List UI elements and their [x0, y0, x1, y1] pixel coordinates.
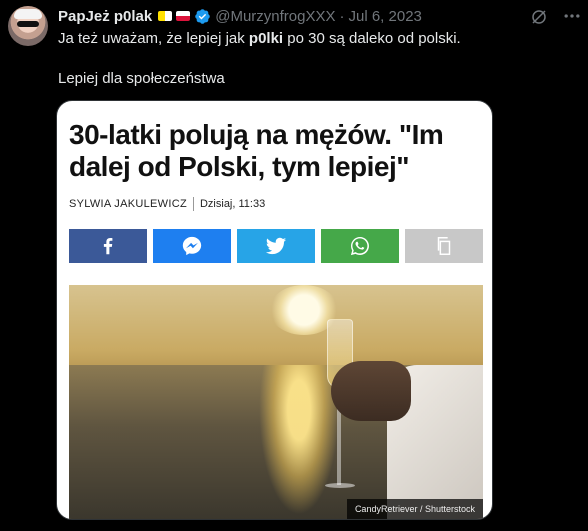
messenger-icon	[182, 236, 202, 256]
avatar[interactable]	[8, 6, 48, 46]
author-name[interactable]: PapJeż p0lak	[58, 8, 152, 25]
poland-flag-icon	[176, 11, 191, 21]
verified-badge-icon[interactable]	[194, 8, 211, 25]
copy-icon	[437, 237, 451, 255]
article-time: Dzisiaj, 11:33	[199, 198, 266, 210]
avatar-glasses	[17, 21, 39, 27]
more-options-icon[interactable]	[562, 6, 582, 26]
article-photo[interactable]: CandyRetriever / Shutterstock	[69, 285, 483, 519]
tweet-text-part1: Ja też uważam, że lepiej jak	[58, 30, 249, 47]
tweet-text-part2: po 30 są daleko od polski.	[283, 30, 461, 47]
facebook-icon	[103, 238, 113, 255]
whatsapp-icon	[350, 237, 369, 256]
photo-glass-base	[325, 483, 355, 488]
share-messenger-button[interactable]	[153, 229, 231, 263]
photo-credit: CandyRetriever / Shutterstock	[346, 499, 483, 519]
tweet-text: Ja też uważam, że lepiej jak p0lki po 30…	[58, 29, 578, 109]
share-facebook-button[interactable]	[69, 229, 147, 263]
share-copy-button[interactable]	[405, 229, 483, 263]
tweet-header: PapJeż p0lak @MurzynfrogXXX · Jul 6, 202…	[58, 6, 422, 26]
tweet-text-line1: Ja też uważam, że lepiej jak p0lki po 30…	[58, 29, 578, 49]
share-whatsapp-button[interactable]	[321, 229, 399, 263]
tweet-text-line2: Lepiej dla społeczeństwa	[58, 70, 225, 87]
tweet-date[interactable]: Jul 6, 2023	[348, 8, 421, 25]
photo-hand	[331, 361, 411, 421]
article-card[interactable]: 30-latki polują na mężów. "Im dalej od P…	[56, 100, 493, 520]
tweet-text-bold: p0lki	[248, 30, 284, 47]
article-title[interactable]: 30-latki polują na mężów. "Im dalej od P…	[69, 119, 483, 183]
twitter-icon	[265, 237, 287, 255]
share-buttons	[69, 229, 483, 263]
article-byline: SYLWIA JAKULEWICZ Dzisiaj, 11:33	[69, 197, 265, 211]
grok-icon[interactable]	[530, 8, 548, 26]
separator-dot: ·	[339, 7, 345, 25]
byline-divider	[192, 197, 194, 211]
avatar-hair	[14, 9, 42, 19]
article-author: SYLWIA JAKULEWICZ	[69, 198, 187, 210]
photo-sun-reflection	[259, 365, 339, 515]
share-twitter-button[interactable]	[237, 229, 315, 263]
author-handle[interactable]: @MurzynfrogXXX	[215, 8, 335, 25]
vatican-flag-icon	[158, 11, 173, 21]
